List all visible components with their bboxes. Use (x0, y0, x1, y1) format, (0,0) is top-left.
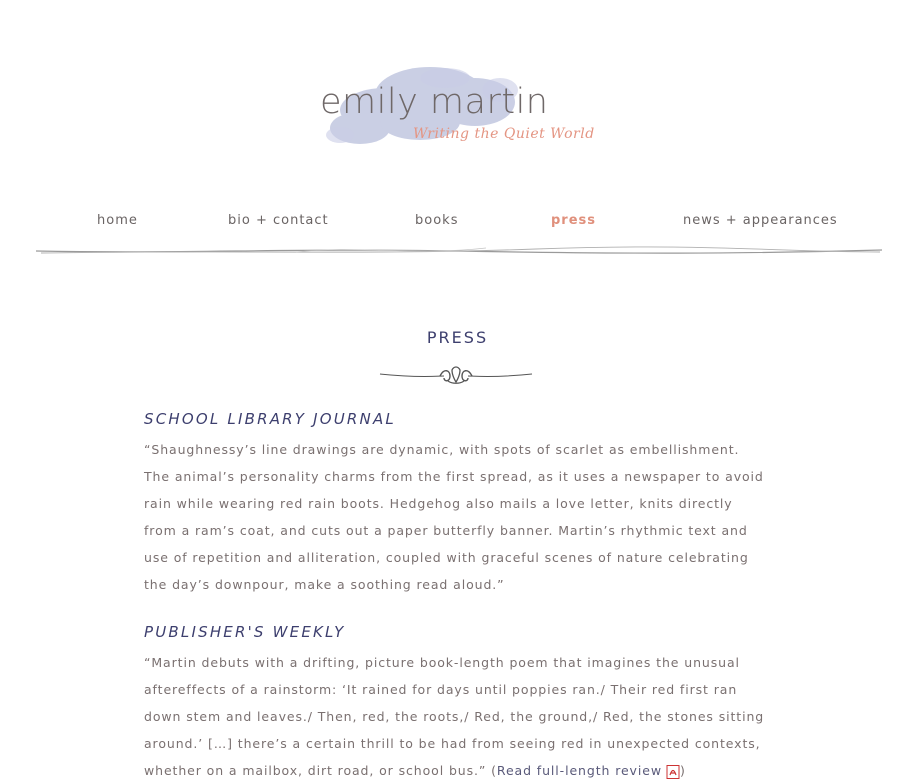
nav-bio-contact[interactable]: bio + contact (228, 213, 329, 228)
publication-name: Publisher's Weekly (144, 623, 346, 641)
nav-divider (36, 246, 882, 254)
page-title: PRESS (426, 328, 489, 347)
review: School Library Journal “Shaughnessy’s li… (144, 410, 769, 598)
review-quote: “Martin debuts with a drifting, picture … (144, 649, 769, 784)
review: Publisher's Weekly “Martin debuts with a… (144, 623, 769, 784)
logo-tagline: Writing the Quiet World (413, 126, 595, 142)
nav-news-appearances[interactable]: news + appearances (683, 213, 838, 228)
logo-name: emily martin (320, 82, 549, 122)
nav-books[interactable]: books (415, 213, 458, 228)
site-logo[interactable]: emily martin Writing the Quiet World (300, 60, 620, 160)
nav-press[interactable]: press (551, 213, 596, 228)
publication-name: School Library Journal (144, 410, 396, 428)
review-quote: “Shaughnessy’s line drawings are dynamic… (144, 442, 764, 592)
review-quote-text: “Martin debuts with a drifting, picture … (144, 655, 765, 778)
press-content: School Library Journal “Shaughnessy’s li… (144, 410, 769, 784)
pdf-icon[interactable] (666, 764, 680, 779)
full-review-link[interactable]: Read full-length review (497, 763, 662, 778)
nav-home[interactable]: home (97, 213, 138, 228)
ornament-flourish-icon (379, 366, 533, 384)
review-quote-end: ) (679, 763, 686, 778)
main-nav: home bio + contact books press news + ap… (0, 213, 915, 233)
